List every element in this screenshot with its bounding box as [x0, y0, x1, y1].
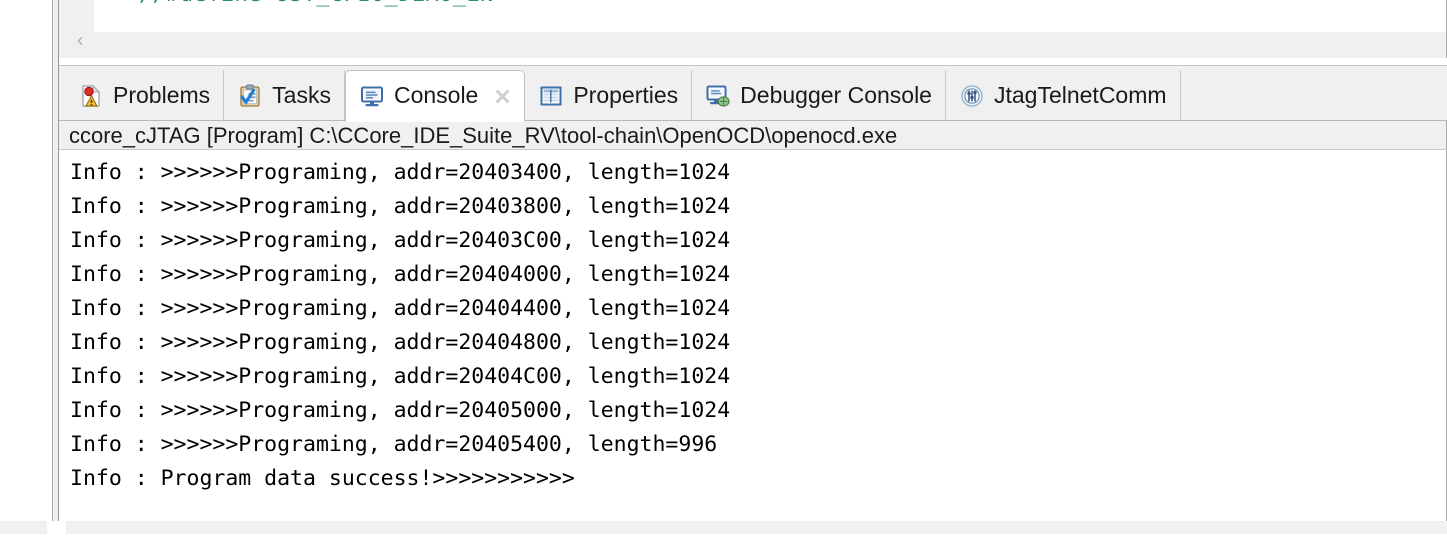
console-line: Info : >>>>>>Programing, addr=20403400, …	[70, 160, 731, 185]
eclipse-console-view: //#define UST_GPIO_DEMO_EN ‹ Problems Tas…	[0, 0, 1447, 537]
console-header-bar: ccore_cJTAG [Program] C:\CCore_IDE_Suite…	[59, 121, 1447, 150]
console-line: Info : >>>>>>Programing, addr=20405400, …	[70, 432, 718, 457]
console-line: Info : >>>>>>Programing, addr=20403C00, …	[70, 228, 731, 253]
console-line: Info : >>>>>>Programing, addr=20404C00, …	[70, 364, 731, 389]
editor-code-line: //#define UST_GPIO_DEMO_EN	[139, 0, 494, 7]
status-bar-right	[66, 521, 1447, 534]
chevron-left-icon[interactable]: ‹	[76, 30, 84, 50]
status-bar	[0, 521, 1447, 537]
tab-problems[interactable]: Problems	[65, 70, 225, 122]
tab-tasks[interactable]: Tasks	[224, 70, 345, 122]
tab-label: JtagTelnetComm	[993, 81, 1167, 108]
tab-label: Tasks	[272, 81, 331, 108]
tab-properties[interactable]: Properties	[525, 70, 693, 122]
console-line: Info : >>>>>>Programing, addr=20404400, …	[70, 296, 731, 321]
problems-icon	[82, 84, 101, 107]
editor-horizontal-scroll-area[interactable]	[67, 32, 1446, 57]
console-output-area[interactable]: Info : >>>>>>Programing, addr=20403400, …	[59, 150, 1447, 521]
left-gutter	[0, 0, 52, 521]
console-line: Info : Program data success!>>>>>>>>>>>	[70, 466, 575, 491]
tab-label: Debugger Console	[740, 81, 932, 108]
tab-jtagtelnetcomm[interactable]: JtagTelnetComm	[946, 70, 1181, 122]
console-line: Info : >>>>>>Programing, addr=20404000, …	[70, 262, 731, 287]
tab-list: Problems Tasks Console Properties Debugger C…	[65, 70, 1181, 122]
view-tabstrip: Problems Tasks Console Properties Debugger C…	[59, 65, 1447, 122]
console-launch-config-label: ccore_cJTAG [Program] C:\CCore_IDE_Suite…	[69, 123, 898, 148]
tab-label: Console	[393, 81, 479, 108]
console-icon	[360, 86, 383, 107]
editor-canvas[interactable]: //#define UST_GPIO_DEMO_EN	[67, 0, 1446, 32]
tab-console[interactable]: Console	[344, 70, 526, 122]
debugger-console-icon	[706, 85, 730, 107]
console-line-list: Info : >>>>>>Programing, addr=20403400, …	[70, 156, 730, 496]
console-line: Info : >>>>>>Programing, addr=20403800, …	[70, 194, 731, 219]
editor-remnant: //#define UST_GPIO_DEMO_EN	[59, 0, 1447, 58]
workbench-divider-outer	[52, 0, 53, 537]
console-line: Info : >>>>>>Programing, addr=20404800, …	[70, 330, 731, 355]
tab-label: Properties	[573, 81, 679, 108]
tab-label: Problems	[113, 81, 211, 108]
jtag-telnet-icon	[961, 85, 983, 107]
tab-debugger-console[interactable]: Debugger Console	[692, 70, 946, 122]
console-line: Info : >>>>>>Programing, addr=20405000, …	[70, 398, 731, 423]
tasks-icon	[240, 84, 260, 107]
properties-icon	[540, 86, 562, 106]
close-icon[interactable]	[493, 87, 511, 105]
status-bar-left	[0, 521, 47, 534]
